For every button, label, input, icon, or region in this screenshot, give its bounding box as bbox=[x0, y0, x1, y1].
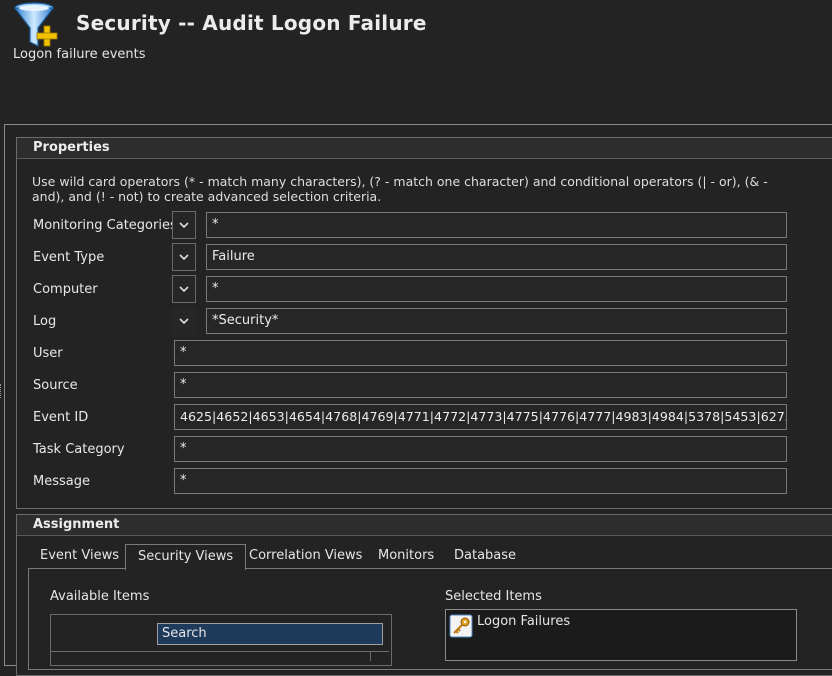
message-input[interactable]: * bbox=[174, 468, 787, 494]
source-input[interactable]: * bbox=[174, 372, 787, 398]
tab-correlation-views[interactable]: Correlation Views bbox=[237, 544, 374, 568]
filter-add-icon bbox=[10, 2, 66, 48]
chevron-down-icon bbox=[179, 317, 189, 324]
tab-database[interactable]: Database bbox=[442, 544, 528, 568]
chevron-down-icon bbox=[179, 285, 189, 292]
event-type-label: Event Type bbox=[33, 250, 105, 265]
user-input[interactable]: * bbox=[174, 340, 787, 366]
selected-items-label: Selected Items bbox=[445, 589, 542, 604]
properties-heading: Properties bbox=[17, 138, 832, 159]
list-divider bbox=[51, 651, 389, 652]
list-scrollbar[interactable] bbox=[370, 651, 371, 661]
assignment-heading: Assignment bbox=[17, 515, 832, 536]
event-type-dropdown[interactable] bbox=[172, 243, 196, 271]
task-category-label: Task Category bbox=[33, 442, 125, 457]
log-label: Log bbox=[33, 314, 57, 329]
available-items-label: Available Items bbox=[50, 589, 150, 604]
event-id-label: Event ID bbox=[33, 410, 89, 425]
search-input[interactable]: Search bbox=[157, 623, 383, 645]
chevron-down-icon bbox=[179, 221, 189, 228]
computer-dropdown[interactable] bbox=[172, 275, 196, 303]
event-type-input[interactable]: Failure bbox=[206, 244, 787, 270]
source-label: Source bbox=[33, 378, 78, 393]
log-dropdown[interactable] bbox=[172, 307, 196, 335]
monitoring-categories-input[interactable]: * bbox=[206, 212, 787, 238]
tab-security-views[interactable]: Security Views bbox=[125, 544, 247, 570]
page-subtitle: Logon failure events bbox=[13, 47, 146, 62]
user-label: User bbox=[33, 346, 63, 361]
properties-hint: Use wild card operators (* - match many … bbox=[32, 174, 768, 204]
task-category-input[interactable]: * bbox=[174, 436, 787, 462]
monitoring-categories-label: Monitoring Categories bbox=[33, 218, 177, 233]
splitter-handle[interactable] bbox=[0, 384, 3, 398]
log-input[interactable]: *Security* bbox=[206, 308, 787, 334]
computer-input[interactable]: * bbox=[206, 276, 787, 302]
chevron-down-icon bbox=[179, 253, 189, 260]
event-id-input[interactable]: 4625|4652|4653|4654|4768|4769|4771|4772|… bbox=[174, 404, 787, 430]
page-title: Security -- Audit Logon Failure bbox=[76, 11, 427, 35]
message-label: Message bbox=[33, 474, 90, 489]
tab-event-views[interactable]: Event Views bbox=[28, 544, 131, 568]
computer-label: Computer bbox=[33, 282, 98, 297]
monitoring-categories-dropdown[interactable] bbox=[172, 211, 196, 239]
key-icon bbox=[449, 614, 473, 638]
tab-monitors[interactable]: Monitors bbox=[366, 544, 446, 568]
selected-item-label[interactable]: Logon Failures bbox=[477, 614, 570, 629]
